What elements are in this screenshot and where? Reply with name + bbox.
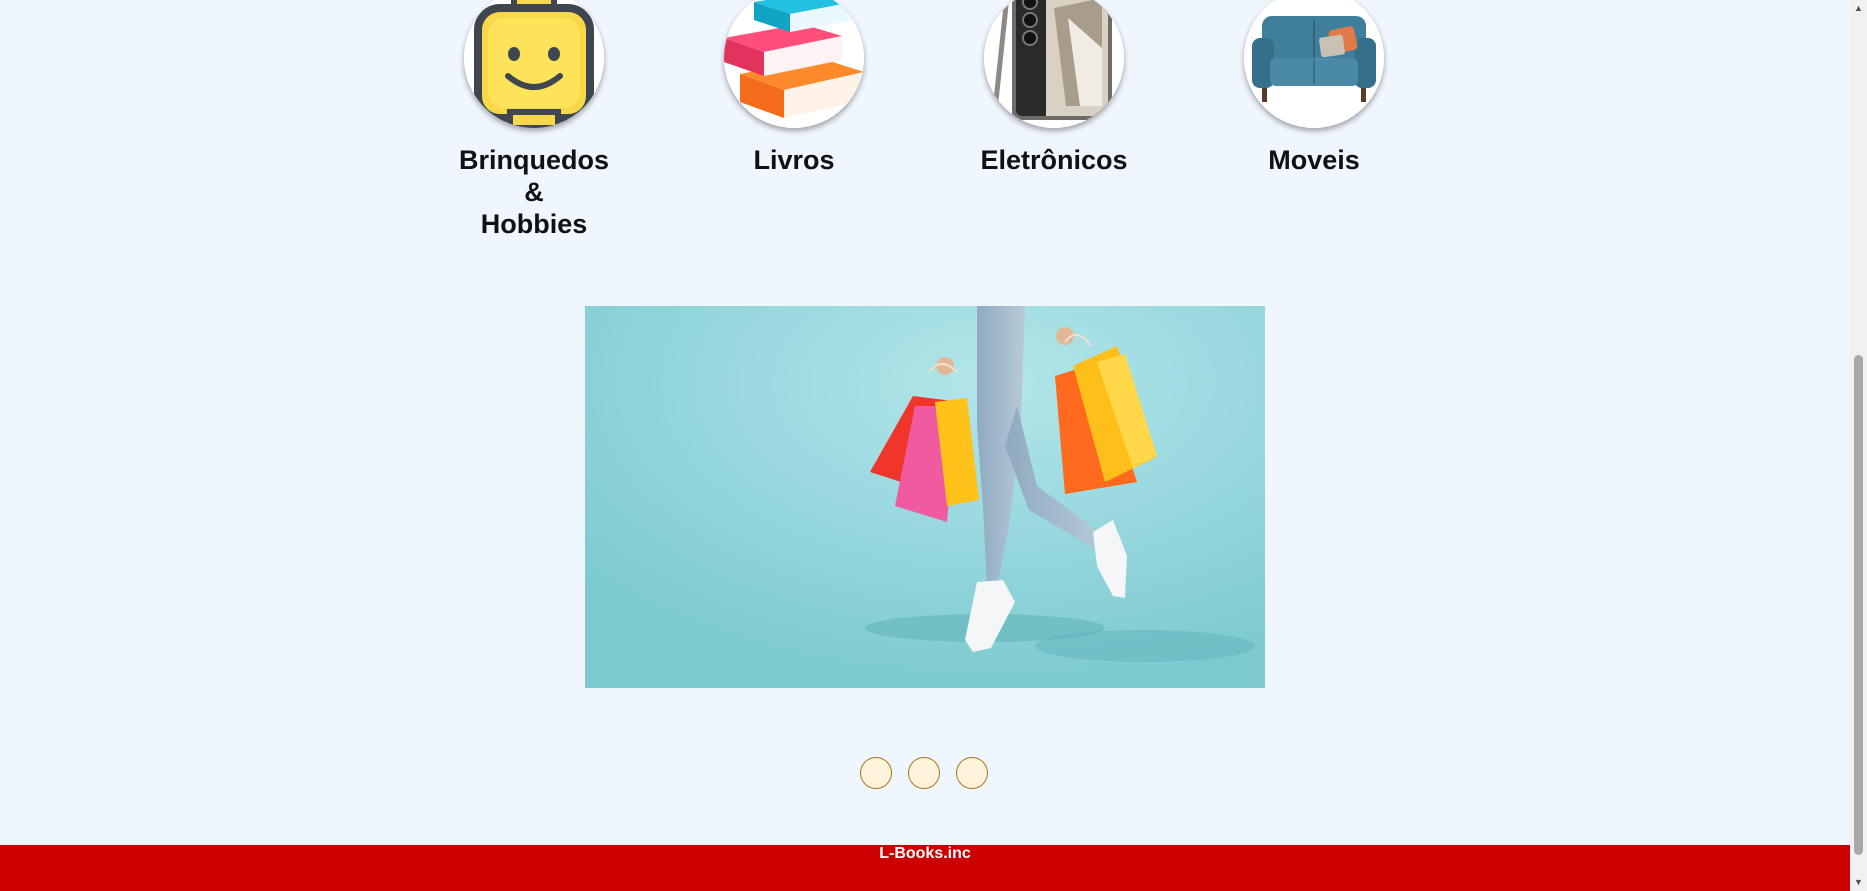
scrollbar-thumb[interactable]: [1854, 355, 1863, 855]
scroll-up-icon[interactable]: ▲: [1850, 0, 1867, 17]
category-label-line: Brinquedos: [458, 145, 609, 175]
carousel-dot-2[interactable]: [908, 757, 940, 789]
toy-face-icon[interactable]: [464, 0, 604, 128]
category-label-line: Livros: [753, 145, 835, 175]
category-label-line: Hobbies: [480, 209, 588, 239]
category-label-line: Eletrônicos: [980, 145, 1128, 175]
footer-company-name: L-Books.inc: [879, 845, 971, 862]
category-furniture[interactable]: Moveis: [1224, 0, 1404, 176]
carousel-dots: [860, 757, 990, 789]
footer: L-Books.inc: [0, 845, 1850, 891]
category-label-line: &: [524, 177, 544, 207]
sofa-icon[interactable]: [1244, 0, 1384, 128]
carousel-dot-3[interactable]: [956, 757, 988, 789]
smartphone-icon[interactable]: [984, 0, 1124, 128]
category-label-electronics[interactable]: Eletrônicos: [964, 144, 1144, 176]
carousel-dot-1[interactable]: [860, 757, 892, 789]
carousel-banner[interactable]: [585, 306, 1265, 688]
category-label-books[interactable]: Livros: [704, 144, 884, 176]
category-toys[interactable]: Brinquedos & Hobbies: [444, 0, 624, 240]
category-label-line: Moveis: [1268, 145, 1360, 175]
category-label-toys[interactable]: Brinquedos & Hobbies: [444, 144, 624, 240]
scroll-down-icon[interactable]: ▼: [1850, 874, 1867, 891]
category-label-furniture[interactable]: Moveis: [1224, 144, 1404, 176]
category-books[interactable]: Livros: [704, 0, 884, 176]
books-icon[interactable]: [724, 0, 864, 128]
shopping-banner-image: [585, 306, 1265, 688]
category-electronics[interactable]: Eletrônicos: [964, 0, 1144, 176]
vertical-scrollbar[interactable]: ▲ ▼: [1850, 0, 1867, 891]
category-list: Brinquedos & Hobbies Livros Eletrônicos …: [0, 0, 1850, 250]
